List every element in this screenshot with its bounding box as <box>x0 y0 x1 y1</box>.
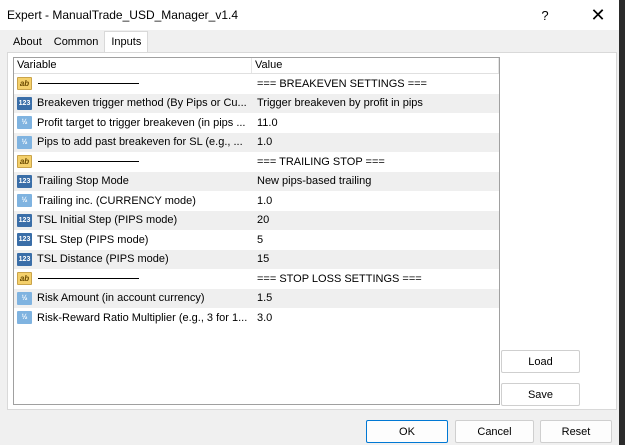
variable-cell[interactable]: ½ Pips to add past breakeven for SL (e.g.… <box>14 135 252 149</box>
title-bar: Expert - ManualTrade_USD_Manager_v1.4 ? … <box>0 0 625 30</box>
variable-label: TSL Distance (PIPS mode) <box>37 253 169 266</box>
value-cell[interactable]: 5 <box>252 234 499 246</box>
tab-about[interactable]: About <box>7 33 48 53</box>
variable-label: TSL Step (PIPS mode) <box>37 233 149 246</box>
variable-label: Pips to add past breakeven for SL (e.g.,… <box>37 136 243 149</box>
table-row[interactable]: ab === BREAKEVEN SETTINGS === <box>14 74 499 94</box>
v2-icon: ½ <box>17 135 32 149</box>
table-row[interactable]: 123 TSL Distance (PIPS mode) 15 <box>14 249 499 269</box>
table-row[interactable]: ½ Profit target to trigger breakeven (in … <box>14 113 499 133</box>
background-window-edge <box>619 0 625 445</box>
separator-line <box>38 161 139 163</box>
inputs-panel: Variable Value ab === BREAKEVEN SETTINGS … <box>7 52 617 410</box>
value-cell[interactable]: === TRAILING STOP === <box>252 156 499 168</box>
table-row[interactable]: 123 Trailing Stop Mode New pips-based trai… <box>14 171 499 191</box>
variable-label: Profit target to trigger breakeven (in p… <box>37 116 246 129</box>
separator-line <box>38 278 139 280</box>
header-value[interactable]: Value <box>252 58 499 73</box>
variable-label: Trailing inc. (CURRENCY mode) <box>37 194 196 207</box>
table-row[interactable]: ab === TRAILING STOP === <box>14 152 499 172</box>
variable-cell[interactable]: ½ Trailing inc. (CURRENCY mode) <box>14 194 252 208</box>
v2-icon: ½ <box>17 311 32 325</box>
v2-icon: ½ <box>17 194 32 208</box>
table-row[interactable]: ½ Risk Amount (in account currency) 1.5 <box>14 288 499 308</box>
window-title: Expert - ManualTrade_USD_Manager_v1.4 <box>7 8 239 22</box>
help-button[interactable]: ? <box>523 0 567 30</box>
v2-icon: ½ <box>17 116 32 130</box>
reset-button[interactable]: Reset <box>540 420 612 443</box>
variable-cell[interactable]: ½ Profit target to trigger breakeven (in … <box>14 116 252 130</box>
save-button[interactable]: Save <box>501 383 580 406</box>
value-cell[interactable]: New pips-based trailing <box>252 175 499 187</box>
variable-label: Breakeven trigger method (By Pips or Cu.… <box>37 97 247 110</box>
table-row[interactable]: 123 TSL Step (PIPS mode) 5 <box>14 230 499 250</box>
123-icon: 123 <box>17 233 32 247</box>
value-cell[interactable]: 15 <box>252 253 499 265</box>
variable-label: TSL Initial Step (PIPS mode) <box>37 214 178 227</box>
value-cell[interactable]: 3.0 <box>252 312 499 324</box>
ab-icon: ab <box>17 155 32 169</box>
load-button[interactable]: Load <box>501 350 580 373</box>
variable-cell[interactable]: 123 Trailing Stop Mode <box>14 174 252 188</box>
value-cell[interactable]: 1.0 <box>252 136 499 148</box>
123-icon: 123 <box>17 213 32 227</box>
variable-cell[interactable]: 123 Breakeven trigger method (By Pips or … <box>14 96 252 110</box>
variable-cell[interactable]: ½ Risk Amount (in account currency) <box>14 291 252 305</box>
variable-cell[interactable]: 123 TSL Distance (PIPS mode) <box>14 252 252 266</box>
variable-label: Risk-Reward Ratio Multiplier (e.g., 3 fo… <box>37 311 248 324</box>
separator-line <box>38 83 139 85</box>
123-icon: 123 <box>17 96 32 110</box>
ok-button[interactable]: OK <box>366 420 448 443</box>
grid-header: Variable Value <box>14 58 499 74</box>
value-cell[interactable]: === BREAKEVEN SETTINGS === <box>252 78 499 90</box>
tab-inputs[interactable]: Inputs <box>104 31 149 53</box>
table-row[interactable]: 123 Breakeven trigger method (By Pips or … <box>14 93 499 113</box>
variable-label: Risk Amount (in account currency) <box>37 292 205 305</box>
v2-icon: ½ <box>17 291 32 305</box>
tab-common[interactable]: Common <box>48 33 105 53</box>
variable-cell[interactable]: ab <box>14 155 252 169</box>
123-icon: 123 <box>17 174 32 188</box>
table-row[interactable]: ½ Risk-Reward Ratio Multiplier (e.g., 3 f… <box>14 308 499 328</box>
cancel-button[interactable]: Cancel <box>455 420 534 443</box>
variable-cell[interactable]: ab <box>14 77 252 91</box>
variable-cell[interactable]: ½ Risk-Reward Ratio Multiplier (e.g., 3 f… <box>14 311 252 325</box>
table-row[interactable]: ½ Trailing inc. (CURRENCY mode) 1.0 <box>14 191 499 211</box>
tab-bar: About Common Inputs <box>7 31 149 53</box>
value-cell[interactable]: === STOP LOSS SETTINGS === <box>252 273 499 285</box>
inputs-grid[interactable]: Variable Value ab === BREAKEVEN SETTINGS … <box>13 57 500 405</box>
value-cell[interactable]: 20 <box>252 214 499 226</box>
table-row[interactable]: ab === STOP LOSS SETTINGS === <box>14 269 499 289</box>
123-icon: 123 <box>17 252 32 266</box>
table-row[interactable]: 123 TSL Initial Step (PIPS mode) 20 <box>14 210 499 230</box>
value-cell[interactable]: 1.5 <box>252 292 499 304</box>
close-button[interactable]: ✕ <box>576 0 620 30</box>
table-row[interactable]: ½ Pips to add past breakeven for SL (e.g.… <box>14 132 499 152</box>
value-cell[interactable]: 1.0 <box>252 195 499 207</box>
header-variable[interactable]: Variable <box>14 58 252 73</box>
variable-cell[interactable]: 123 TSL Initial Step (PIPS mode) <box>14 213 252 227</box>
ab-icon: ab <box>17 272 32 286</box>
ab-icon: ab <box>17 77 32 91</box>
grid-body: ab === BREAKEVEN SETTINGS === 123 Breakeven… <box>14 74 499 328</box>
variable-cell[interactable]: ab <box>14 272 252 286</box>
value-cell[interactable]: 11.0 <box>252 117 499 129</box>
value-cell[interactable]: Trigger breakeven by profit in pips <box>252 97 499 109</box>
variable-cell[interactable]: 123 TSL Step (PIPS mode) <box>14 233 252 247</box>
variable-label: Trailing Stop Mode <box>37 175 129 188</box>
